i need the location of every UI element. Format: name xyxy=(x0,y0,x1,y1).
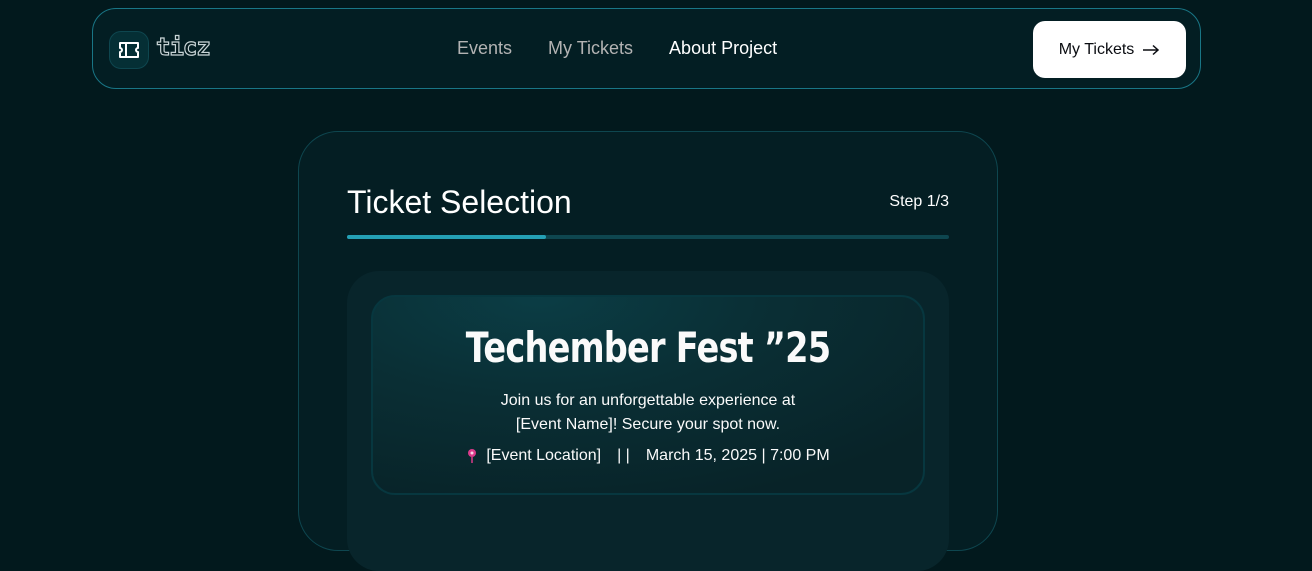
arrow-right-icon xyxy=(1143,44,1160,55)
logo-icon-box[interactable] xyxy=(109,31,149,69)
event-info-box: Techember Fest ”25 Join us for an unforg… xyxy=(371,295,925,495)
ticket-icon xyxy=(119,42,139,58)
event-description-line-2: [Event Name]! Secure your spot now. xyxy=(515,416,781,433)
progress-bar-fill xyxy=(347,235,546,239)
ticket-selection-panel: Techember Fest ”25 Join us for an unforg… xyxy=(347,271,949,571)
nav-link-my-tickets[interactable]: My Tickets xyxy=(548,38,633,59)
event-description: Join us for an unforgettable experience … xyxy=(373,389,923,437)
event-datetime: March 15, 2025 | 7:00 PM xyxy=(645,447,830,464)
event-description-line-1: Join us for an unforgettable experience … xyxy=(500,392,796,409)
nav-links: Events My Tickets About Project xyxy=(457,38,777,59)
meta-separator: | | xyxy=(617,447,630,464)
my-tickets-button[interactable]: My Tickets xyxy=(1033,21,1186,78)
top-navbar: ticz Events My Tickets About Project My … xyxy=(92,8,1201,89)
page-title: Ticket Selection xyxy=(347,184,572,220)
nav-link-events[interactable]: Events xyxy=(457,38,512,59)
progress-bar xyxy=(347,235,949,239)
my-tickets-button-label: My Tickets xyxy=(1058,40,1135,58)
event-location: [Event Location] xyxy=(486,447,602,464)
event-meta: [Event Location] | | March 15, 2025 | 7:… xyxy=(373,447,923,465)
nav-link-about-project[interactable]: About Project xyxy=(669,38,777,59)
ticket-selection-card: Ticket Selection Step 1/3 Techember Fest… xyxy=(298,131,998,571)
location-pin-icon xyxy=(466,448,478,464)
event-name: Techember Fest ”25 xyxy=(465,323,831,372)
logo-wordmark[interactable]: ticz xyxy=(155,32,211,61)
step-indicator: Step 1/3 xyxy=(889,193,949,210)
